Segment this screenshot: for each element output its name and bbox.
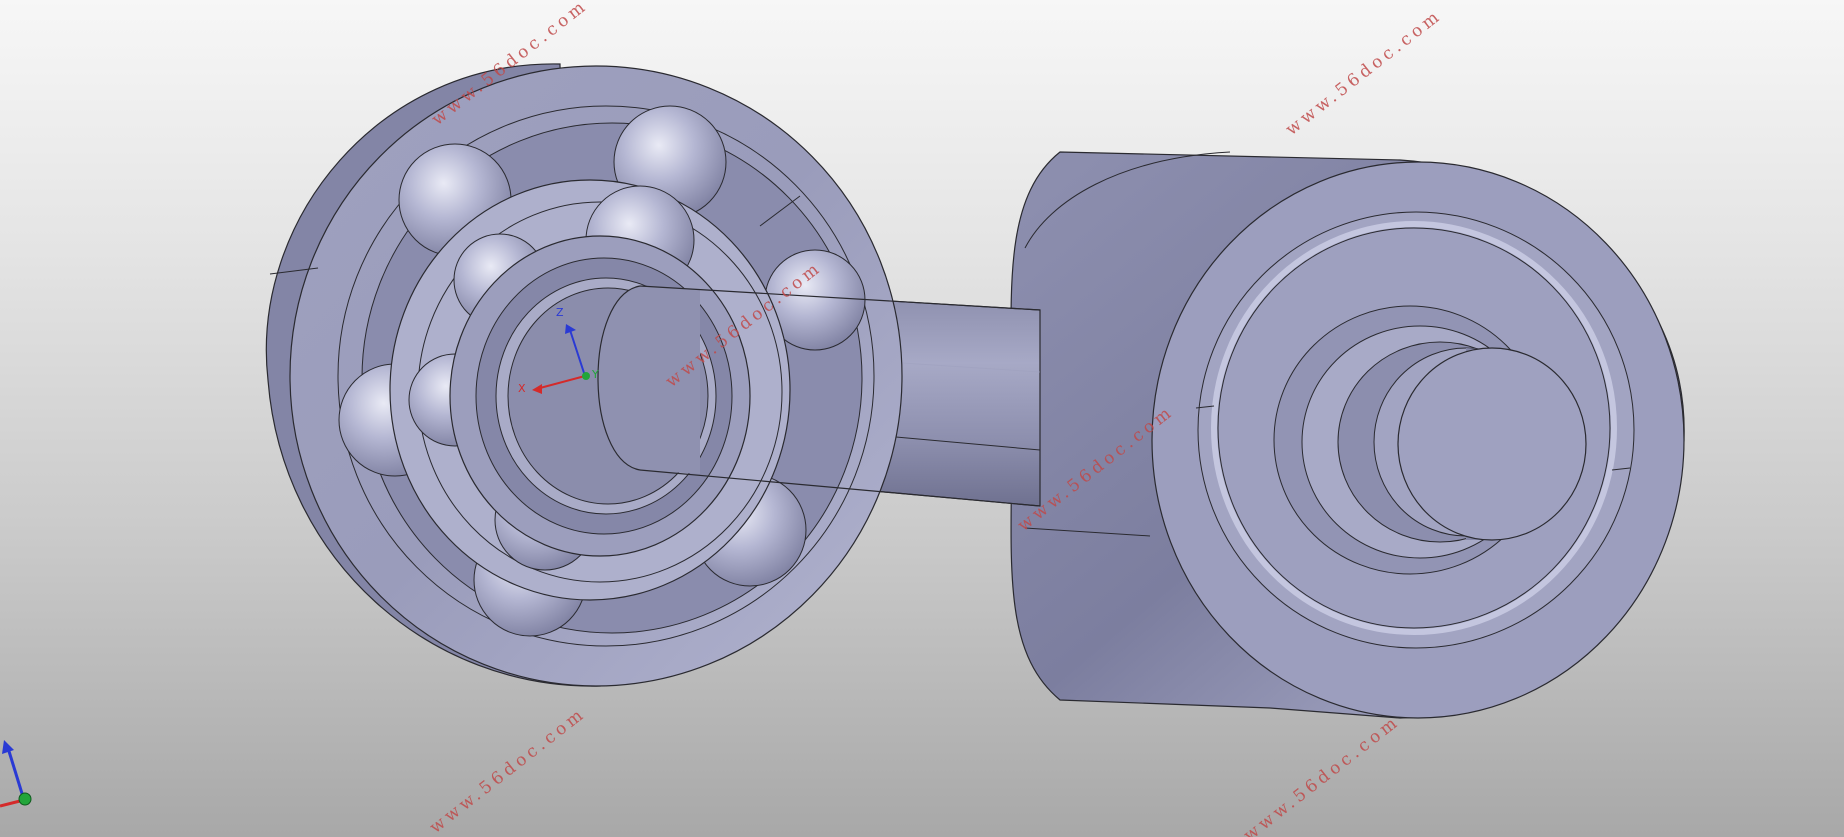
assembly-render[interactable] — [0, 0, 1844, 837]
part-triad-y-label: Y — [592, 368, 599, 381]
model-viewport[interactable]: www.56doc.com www.56doc.com www.56doc.co… — [0, 0, 1844, 837]
view-orientation-triad[interactable] — [0, 740, 32, 808]
part-triad-z-label: Z — [556, 306, 564, 319]
right-wheel[interactable] — [1010, 151, 1685, 719]
part-triad-x-label: X — [518, 382, 526, 395]
